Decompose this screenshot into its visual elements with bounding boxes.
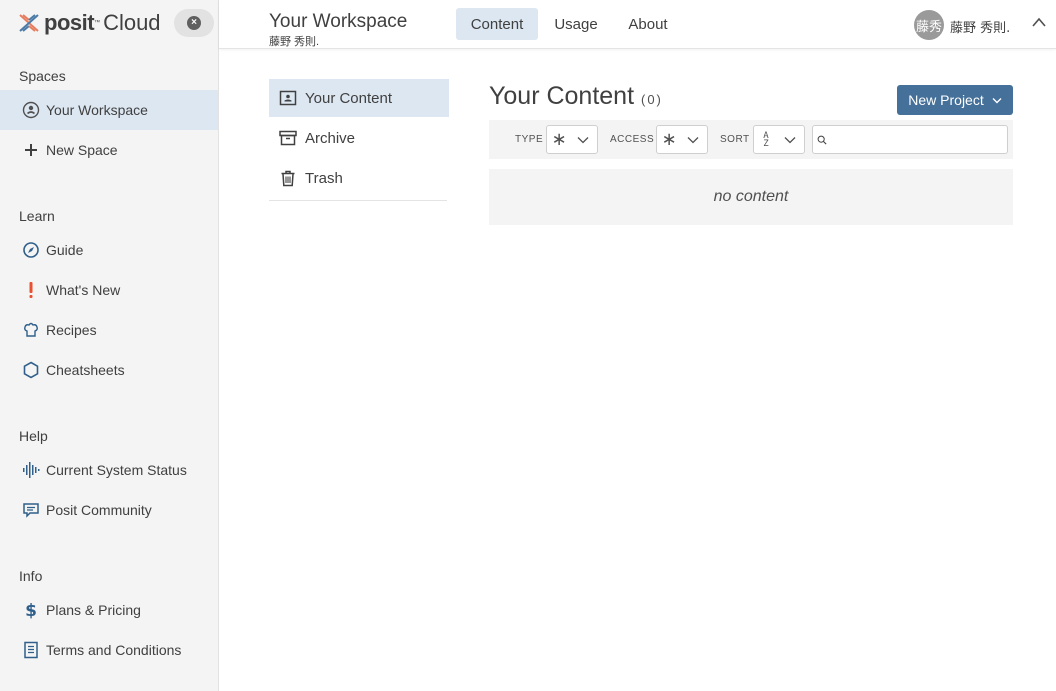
close-sidebar-button[interactable]: × (174, 9, 214, 37)
empty-content-panel: no content (489, 169, 1013, 225)
sidebar-item-label: Current System Status (46, 462, 187, 478)
sidebar-item-label: Posit Community (46, 502, 152, 518)
brand-logo[interactable]: posit ™ Cloud (18, 10, 161, 36)
sidebar-item-whats-new[interactable]: What's New (0, 270, 218, 310)
tab-about[interactable]: About (618, 8, 678, 40)
chef-hat-icon (22, 321, 40, 339)
sort-filter-label: SORT (720, 134, 750, 145)
content-nav-archive[interactable]: Archive (269, 119, 449, 157)
hexagon-icon (22, 361, 40, 379)
access-filter-select[interactable]: ∗ (656, 125, 708, 154)
access-filter-value: ∗ (661, 129, 677, 149)
sidebar: posit ™ Cloud × Spaces Your Workspace Ne… (0, 0, 219, 691)
content-nav: Your Content Archive Trash (269, 79, 449, 199)
tab-usage[interactable]: Usage (546, 8, 606, 40)
filter-bar: TYPE ∗ ACCESS ∗ SORT A Z (489, 120, 1013, 159)
brand-product: Cloud (103, 10, 161, 35)
sidebar-item-label: New Space (46, 142, 118, 158)
archive-icon (279, 129, 297, 147)
search-input[interactable] (831, 126, 1007, 153)
sort-select[interactable]: A Z (753, 125, 805, 154)
plus-icon (22, 141, 40, 159)
type-filter-label: TYPE (515, 134, 544, 145)
svg-text:$: $ (25, 601, 37, 619)
content-nav-label: Archive (305, 129, 356, 147)
chevron-down-icon (687, 136, 699, 143)
sidebar-item-guide[interactable]: Guide (0, 230, 218, 270)
compass-icon (22, 241, 40, 259)
user-name[interactable]: 藤野 秀則. (950, 17, 1010, 36)
brand-trademark: ™ (94, 20, 101, 26)
sidebar-item-label: Recipes (46, 322, 97, 338)
content-nav-your-content[interactable]: Your Content (269, 79, 449, 117)
section-title-help: Help (19, 428, 48, 444)
sidebar-item-posit-community[interactable]: Posit Community (0, 490, 218, 530)
sort-value-bottom: Z (763, 138, 769, 149)
section-title-spaces: Spaces (19, 68, 66, 84)
sidebar-item-recipes[interactable]: Recipes (0, 310, 218, 350)
close-icon: × (187, 16, 201, 30)
sidebar-item-label: Guide (46, 242, 84, 258)
sidebar-item-label: Cheatsheets (46, 362, 125, 378)
chevron-down-icon (992, 97, 1002, 103)
search-box[interactable] (812, 125, 1008, 154)
chevron-up-icon[interactable] (1031, 16, 1047, 28)
sidebar-item-terms[interactable]: Terms and Conditions (0, 630, 218, 670)
search-icon (817, 135, 827, 145)
dollar-icon: $ (22, 601, 40, 619)
content-count: (0) (641, 92, 663, 107)
trash-icon (279, 169, 297, 187)
sidebar-item-label: What's New (46, 282, 121, 298)
header-bar: Your Workspace 藤野 秀則. Content Usage Abou… (219, 0, 1056, 49)
page-title: Your Workspace (269, 11, 408, 32)
chevron-down-icon (577, 136, 589, 143)
type-filter-value: ∗ (551, 129, 567, 149)
content-nav-label: Trash (305, 169, 343, 187)
sidebar-item-plans-pricing[interactable]: $ Plans & Pricing (0, 590, 218, 630)
content-title: Your Content (489, 82, 635, 110)
tab-content[interactable]: Content (456, 8, 538, 40)
empty-content-text: no content (713, 188, 789, 205)
content-nav-trash[interactable]: Trash (269, 159, 449, 197)
content-nav-divider (269, 200, 447, 201)
user-circle-icon (22, 101, 40, 119)
sidebar-item-label: Terms and Conditions (46, 642, 182, 658)
access-filter-label: ACCESS (610, 134, 655, 145)
workspace-owner: 藤野 秀則. (269, 36, 320, 48)
avatar[interactable]: 藤秀 (914, 10, 944, 40)
sort-az-icon: A Z (754, 131, 778, 149)
section-title-info: Info (19, 568, 43, 584)
document-icon (22, 641, 40, 659)
sidebar-item-your-workspace[interactable]: Your Workspace (0, 90, 218, 130)
sidebar-item-label: Your Workspace (46, 102, 148, 118)
sidebar-item-cheatsheets[interactable]: Cheatsheets (0, 350, 218, 390)
sidebar-item-label: Plans & Pricing (46, 602, 141, 618)
sidebar-item-system-status[interactable]: Current System Status (0, 450, 218, 490)
content-nav-label: Your Content (305, 89, 393, 107)
chevron-down-icon (784, 136, 796, 143)
section-title-learn: Learn (19, 208, 55, 224)
posit-logo-icon (19, 14, 39, 32)
type-filter-select[interactable]: ∗ (546, 125, 598, 154)
new-project-button[interactable]: New Project (897, 85, 1013, 115)
new-project-label: New Project (908, 92, 984, 108)
content-box-icon (279, 89, 297, 107)
pulse-bars-icon (22, 461, 40, 479)
sidebar-item-new-space[interactable]: New Space (0, 130, 218, 170)
exclamation-icon (22, 281, 40, 299)
chat-bubble-icon (22, 501, 40, 519)
brand-name: posit (44, 10, 95, 35)
